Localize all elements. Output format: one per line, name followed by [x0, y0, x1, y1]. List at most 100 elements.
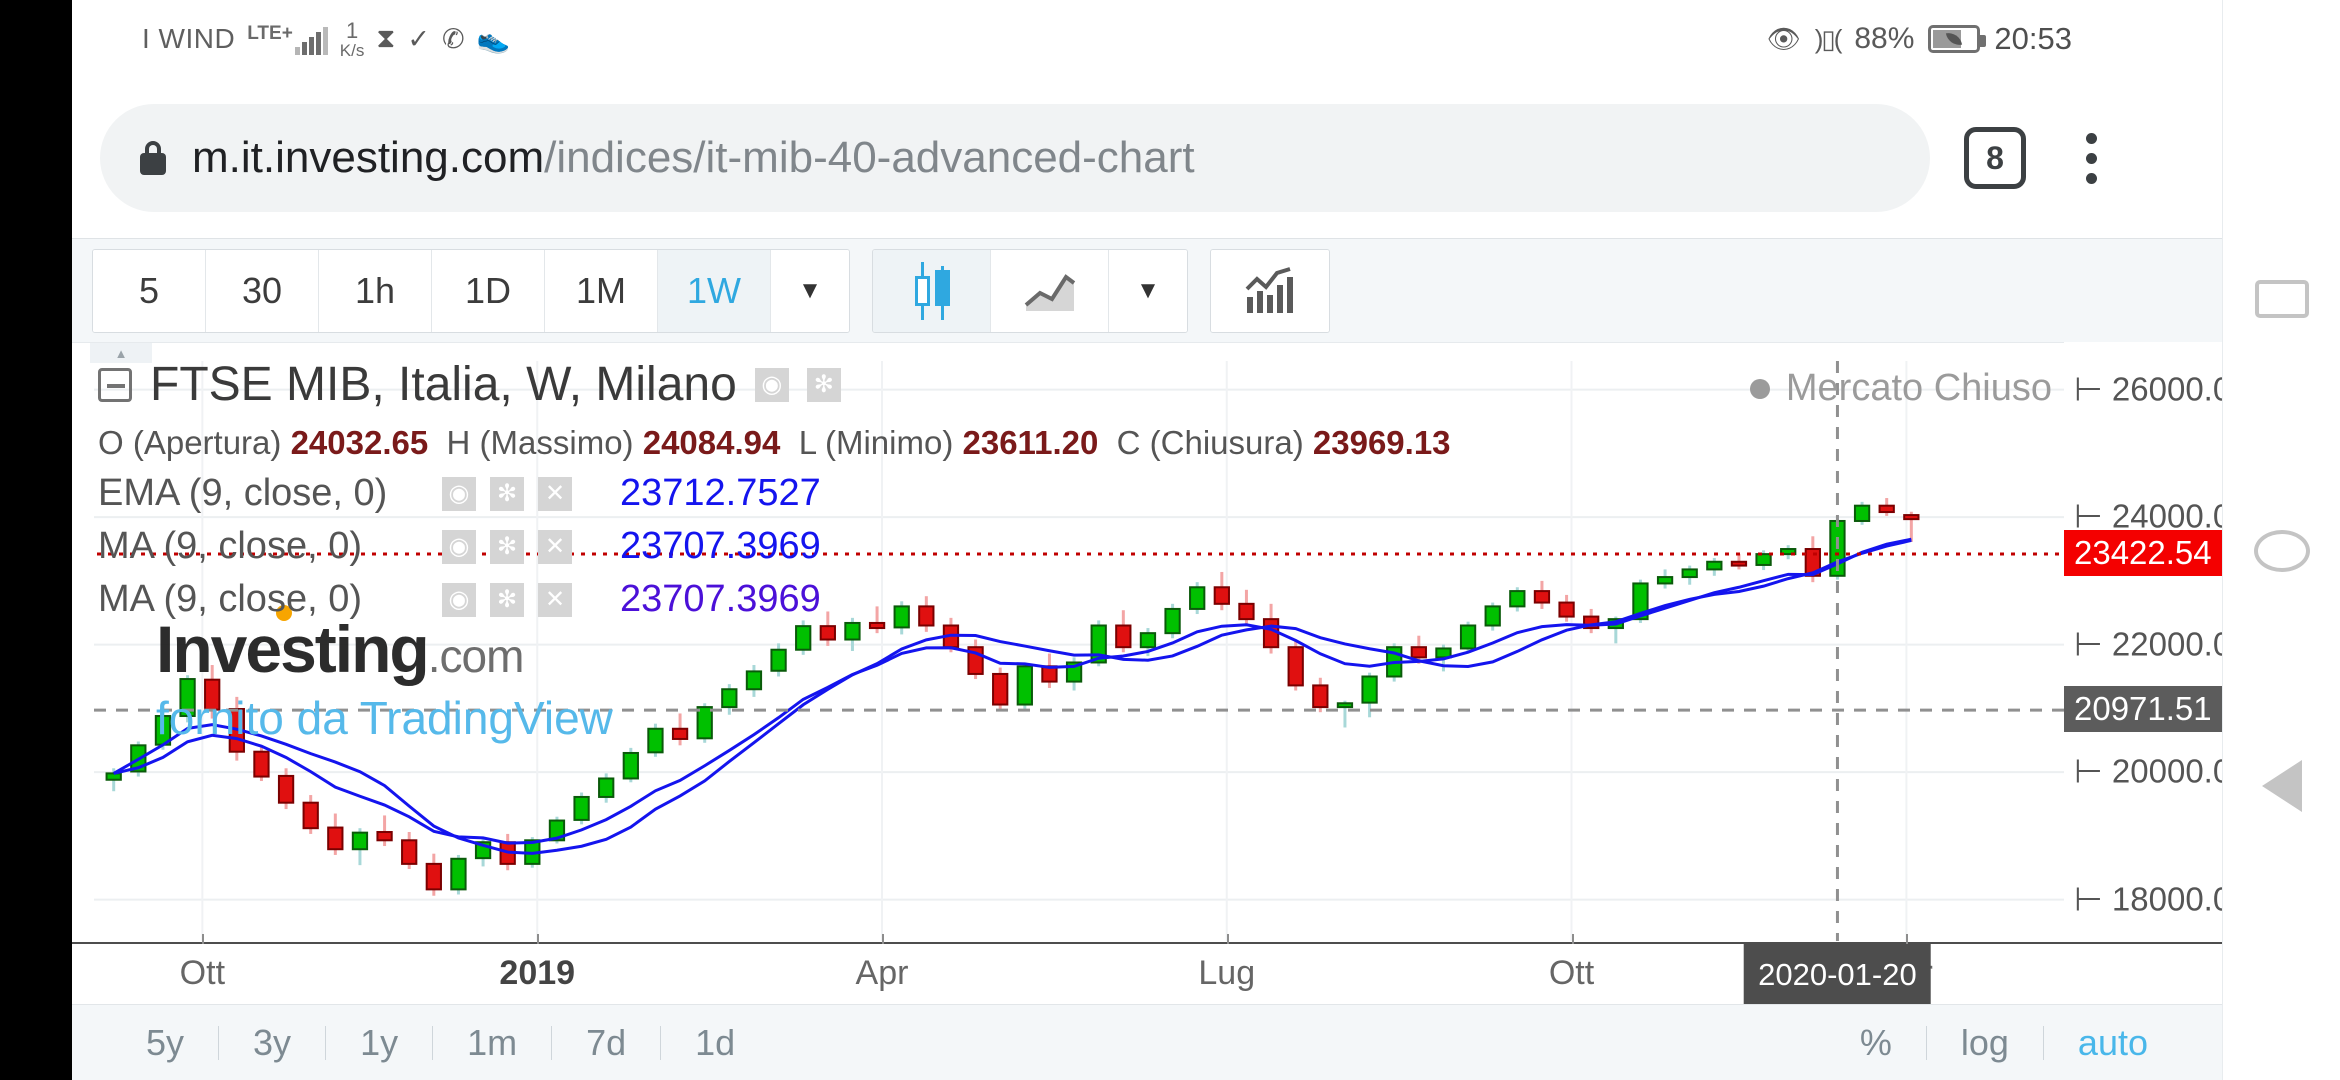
indicators-button[interactable]	[1211, 249, 1329, 332]
symbol-title: FTSE MIB, Italia, W, Milano	[150, 358, 737, 411]
interval-dropdown-icon[interactable]: ▼	[771, 249, 849, 332]
time-tick-label: Apr	[855, 954, 909, 992]
shoe-icon: 👟	[476, 24, 511, 54]
gear-icon[interactable]: ✻	[806, 367, 841, 402]
range-options: 5y 3y 1y 1m 7d 1d	[72, 1022, 769, 1064]
indicators-icon	[1245, 266, 1293, 313]
time-tick-mark	[882, 934, 884, 944]
gear-icon[interactable]: ✻	[490, 582, 524, 617]
price-axis[interactable]: ⊢ 26000.00 ⊢ 24000.00 ⊢ 22000.00 ⊢ 20000.00…	[2064, 342, 2250, 978]
close-label: C (Chiusura)	[1116, 424, 1304, 461]
eye-icon[interactable]: ◉	[754, 367, 789, 402]
hourglass-icon: ⧗	[376, 23, 396, 53]
indicator-row-ma-2: MA (9, close, 0) ◉ ✻ ✕ 23707.3969	[98, 578, 1451, 621]
home-circle-icon[interactable]	[2253, 530, 2310, 572]
range-7d[interactable]: 7d	[552, 1022, 660, 1064]
high-label: H (Massimo)	[446, 424, 634, 461]
gear-icon[interactable]: ✻	[490, 529, 524, 564]
signal-bars-icon	[294, 26, 328, 55]
interval-1h[interactable]: 1h	[319, 249, 432, 332]
phone-screen: I WIND LTE+ 1 K/s ⧗ ✓ ✆ 👟 👁 )▯( 88% 20:5…	[72, 0, 2250, 1080]
whatsapp-icon: ✆	[441, 23, 465, 54]
signal-indicator: LTE+	[247, 24, 328, 55]
interval-1d[interactable]: 1D	[432, 249, 545, 332]
time-axis[interactable]: Ott2019AprLugOttApr2020-01-20	[72, 934, 2222, 1006]
line-style-button[interactable]	[991, 249, 1109, 332]
url-bar[interactable]: m.it.investing.com/indices/it-mib-40-adv…	[100, 104, 1930, 212]
indicator-value: 23712.7527	[620, 472, 821, 514]
chart-toolbar: 5 30 1h 1D 1M 1W ▼ ▼	[72, 238, 2222, 342]
eye-icon[interactable]: ◉	[442, 529, 476, 564]
kebab-menu-icon[interactable]	[2068, 132, 2114, 184]
lock-icon	[140, 141, 166, 175]
ohlc-row: O (Apertura) 24032.65 H (Massimo) 24084.…	[98, 424, 1451, 462]
close-icon[interactable]: ✕	[538, 529, 572, 564]
recents-square-icon[interactable]	[2254, 280, 2309, 318]
low-label: L (Minimo)	[798, 424, 954, 461]
low-value: 23611.20	[962, 424, 1099, 461]
eye-icon: 👁	[1766, 24, 1801, 54]
collapse-icon[interactable]	[98, 367, 132, 402]
crosshair-date-badge: 2020-01-20	[1744, 944, 1931, 1006]
line-area-icon	[1024, 273, 1075, 311]
indicator-value: 23707.3969	[620, 578, 821, 620]
time-tick-label: Lug	[1198, 954, 1256, 992]
interval-1w[interactable]: 1W	[658, 249, 771, 332]
chart-legend: FTSE MIB, Italia, W, Milano ◉ ✻ O (Apert…	[98, 357, 1451, 621]
data-rate-value: 1	[345, 17, 359, 43]
close-icon[interactable]: ✕	[538, 582, 572, 617]
tab-count-button[interactable]: 8	[1964, 127, 2026, 189]
range-1d[interactable]: 1d	[661, 1022, 769, 1064]
candlestick-style-button[interactable]	[873, 249, 991, 332]
clock-label: 20:53	[1994, 21, 2072, 56]
data-rate-indicator: 1 K/s	[340, 17, 365, 59]
url-host: m.it.investing.com	[192, 133, 545, 182]
range-5y[interactable]: 5y	[112, 1022, 218, 1064]
interval-30[interactable]: 30	[206, 249, 319, 332]
screenshot-root: I WIND LTE+ 1 K/s ⧗ ✓ ✆ 👟 👁 )▯( 88% 20:5…	[0, 0, 2340, 1080]
back-triangle-icon[interactable]	[2261, 760, 2302, 812]
battery-percent-label: 88%	[1854, 22, 1915, 55]
gear-icon[interactable]: ✻	[490, 476, 524, 511]
browser-toolbar: m.it.investing.com/indices/it-mib-40-adv…	[72, 78, 2222, 238]
check-icon: ✓	[407, 23, 430, 54]
indicator-row-ma-1: MA (9, close, 0) ◉ ✻ ✕ 23707.3969	[98, 525, 1451, 568]
high-value: 24084.94	[642, 424, 781, 461]
url-path: /indices/it-mib-40-advanced-chart	[544, 133, 1195, 182]
scale-percent[interactable]: %	[1826, 1022, 1926, 1064]
time-tick-mark	[1226, 934, 1229, 944]
scale-log[interactable]: log	[1927, 1022, 2043, 1064]
scale-options: % log auto	[1826, 1022, 2222, 1064]
time-tick-label: Ott	[1548, 954, 1595, 992]
close-icon[interactable]: ✕	[538, 476, 572, 511]
chart-pane[interactable]: FTSE MIB, Italia, W, Milano ◉ ✻ O (Apert…	[72, 342, 2222, 978]
interval-5[interactable]: 5	[93, 249, 206, 332]
device-bezel-left	[0, 0, 72, 1080]
time-tick-mark	[1571, 934, 1574, 944]
time-tick-mark	[537, 934, 540, 944]
vibrate-icon: )▯(	[1814, 23, 1843, 54]
indicator-label: MA (9, close, 0)	[98, 578, 362, 620]
interval-1m[interactable]: 1M	[545, 249, 658, 332]
range-1m[interactable]: 1m	[433, 1022, 551, 1064]
open-value: 24032.65	[290, 424, 429, 461]
indicator-label: EMA (9, close, 0)	[98, 472, 388, 514]
time-tick-label: Ott	[179, 954, 226, 992]
status-bar-right: 👁 )▯( 88% 20:53	[1766, 21, 2222, 57]
range-1y[interactable]: 1y	[326, 1022, 432, 1064]
interval-group: 5 30 1h 1D 1M 1W ▼	[92, 248, 850, 333]
market-status-label: Mercato Chiuso	[1785, 367, 2052, 409]
indicator-label: MA (9, close, 0)	[98, 525, 362, 567]
indicator-row-ema: EMA (9, close, 0) ◉ ✻ ✕ 23712.7527	[98, 472, 1451, 515]
carrier-label: I WIND	[142, 23, 236, 54]
range-3y[interactable]: 3y	[219, 1022, 325, 1064]
network-type-label: LTE+	[247, 22, 293, 44]
time-tick-label: 2019	[499, 954, 576, 992]
scale-auto[interactable]: auto	[2044, 1022, 2182, 1064]
eye-icon[interactable]: ◉	[442, 582, 476, 617]
chart-style-dropdown-icon[interactable]: ▼	[1109, 249, 1187, 332]
open-label: O (Apertura)	[98, 424, 282, 461]
android-nav-bar	[2222, 0, 2340, 1080]
eye-icon[interactable]: ◉	[442, 476, 476, 511]
chart-style-group: ▼	[872, 248, 1188, 333]
